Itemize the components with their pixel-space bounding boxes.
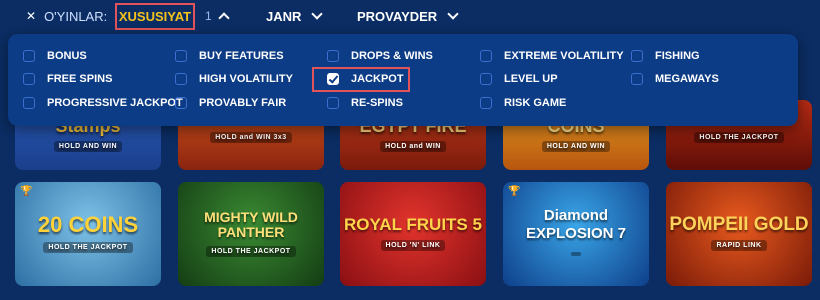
- feature-option-level-up[interactable]: LEVEL UP: [480, 71, 558, 87]
- feature-label: RE-SPINS: [351, 97, 403, 109]
- feature-option-buy-features[interactable]: BUY FEATURES: [175, 48, 284, 64]
- game-subtitle: HOLD AND WIN: [53, 141, 123, 152]
- chevron-down-icon: [311, 8, 324, 20]
- jackpot-highlight-frame: [312, 67, 410, 92]
- game-title: 20 COINS: [37, 212, 139, 237]
- game-subtitle: HOLD and WIN 3x3: [210, 132, 292, 143]
- game-title: POMPEII GOLD: [669, 214, 809, 235]
- feature-label: LEVEL UP: [504, 73, 558, 85]
- checkbox[interactable]: [480, 97, 492, 109]
- selected-count-badge: 1: [205, 0, 230, 32]
- trophy-icon: 🏆: [508, 186, 521, 197]
- feature-option-risk-game[interactable]: RISK GAME: [480, 95, 566, 111]
- game-tile[interactable]: 🏆 Diamond EXPLOSION 7: [503, 182, 649, 286]
- checkbox[interactable]: [480, 50, 492, 62]
- game-subtitle: [571, 252, 581, 256]
- feature-option-progressive-jackpot[interactable]: PROGRESSIVE JACKPOT: [23, 95, 183, 111]
- game-tile[interactable]: 🏆 20 COINS HOLD THE JACKPOT: [15, 182, 161, 286]
- checkbox[interactable]: [23, 73, 35, 85]
- feature-option-fishing[interactable]: FISHING: [631, 48, 700, 64]
- game-title: Diamond EXPLOSION 7: [525, 207, 627, 242]
- games-label-text: O'YINLAR:: [44, 8, 108, 24]
- checkbox[interactable]: [631, 73, 643, 85]
- checkbox[interactable]: [631, 50, 643, 62]
- feature-label: DROPS & WINS: [351, 50, 433, 62]
- game-subtitle: HOLD THE JACKPOT: [43, 242, 133, 253]
- feature-option-high-volatility[interactable]: HIGH VOLATILITY: [175, 71, 293, 87]
- checkbox[interactable]: [327, 97, 339, 109]
- feature-option-provably-fair[interactable]: PROVABLY FAIR: [175, 95, 286, 111]
- game-tile[interactable]: POMPEII GOLD RAPID LINK: [666, 182, 812, 286]
- genre-dropdown[interactable]: JANR: [266, 0, 324, 32]
- checkbox[interactable]: [480, 73, 492, 85]
- genre-label: JANR: [266, 8, 302, 24]
- feature-label: RISK GAME: [504, 97, 567, 109]
- checkbox[interactable]: [327, 50, 339, 62]
- checkbox[interactable]: [175, 73, 187, 85]
- feature-label: FISHING: [655, 50, 700, 62]
- selected-count: 1: [205, 9, 212, 23]
- feature-option-bonus[interactable]: BONUS: [23, 48, 87, 64]
- features-tab[interactable]: XUSUSIYAT: [115, 3, 195, 30]
- feature-label: PROVABLY FAIR: [199, 97, 287, 109]
- feature-label: BONUS: [47, 50, 87, 62]
- feature-label: FREE SPINS: [47, 73, 113, 85]
- feature-option-megaways[interactable]: MEGAWAYS: [631, 71, 719, 87]
- feature-option-drops-wins[interactable]: DROPS & WINS: [327, 48, 433, 64]
- game-subtitle: HOLD and WIN: [380, 141, 446, 152]
- game-tile[interactable]: ROYAL FRUITS 5 HOLD 'N' LINK: [340, 182, 486, 286]
- feature-label: BUY FEATURES: [199, 50, 284, 62]
- close-icon[interactable]: ✕: [26, 9, 36, 23]
- game-subtitle: RAPID LINK: [711, 240, 767, 251]
- chevron-down-icon: [447, 8, 459, 20]
- game-title: MIGHTY WILD PANTHER: [204, 209, 298, 240]
- checkbox[interactable]: [23, 97, 35, 109]
- games-filter-label[interactable]: ✕ O'YINLAR:: [26, 0, 107, 32]
- feature-option-free-spins[interactable]: FREE SPINS: [23, 71, 112, 87]
- provider-label: PROVAYDER: [357, 8, 438, 24]
- feature-label: EXTREME VOLATILITY: [504, 50, 624, 62]
- feature-label: MEGAWAYS: [655, 73, 719, 85]
- game-subtitle: HOLD THE JACKPOT: [694, 132, 784, 143]
- checkbox[interactable]: [23, 50, 35, 62]
- checkbox[interactable]: [175, 97, 187, 109]
- game-subtitle: HOLD 'N' LINK: [380, 240, 446, 251]
- chevron-up-icon[interactable]: [218, 12, 230, 24]
- provider-dropdown[interactable]: PROVAYDER: [357, 0, 459, 32]
- game-subtitle: HOLD AND WIN: [541, 141, 611, 152]
- feature-option-extreme-volatility[interactable]: EXTREME VOLATILITY: [480, 48, 624, 64]
- trophy-icon: 🏆: [20, 186, 33, 197]
- checkbox[interactable]: [175, 50, 187, 62]
- game-subtitle: HOLD THE JACKPOT: [206, 246, 296, 257]
- game-title: ROYAL FRUITS 5: [344, 215, 482, 234]
- game-tile[interactable]: MIGHTY WILD PANTHER HOLD THE JACKPOT: [178, 182, 324, 286]
- filter-bar: ✕ O'YINLAR: XUSUSIYAT 1 JANR PROVAYDER: [0, 0, 820, 32]
- feature-option-re-spins[interactable]: RE-SPINS: [327, 95, 403, 111]
- feature-label: PROGRESSIVE JACKPOT: [47, 97, 183, 109]
- feature-label: HIGH VOLATILITY: [199, 73, 293, 85]
